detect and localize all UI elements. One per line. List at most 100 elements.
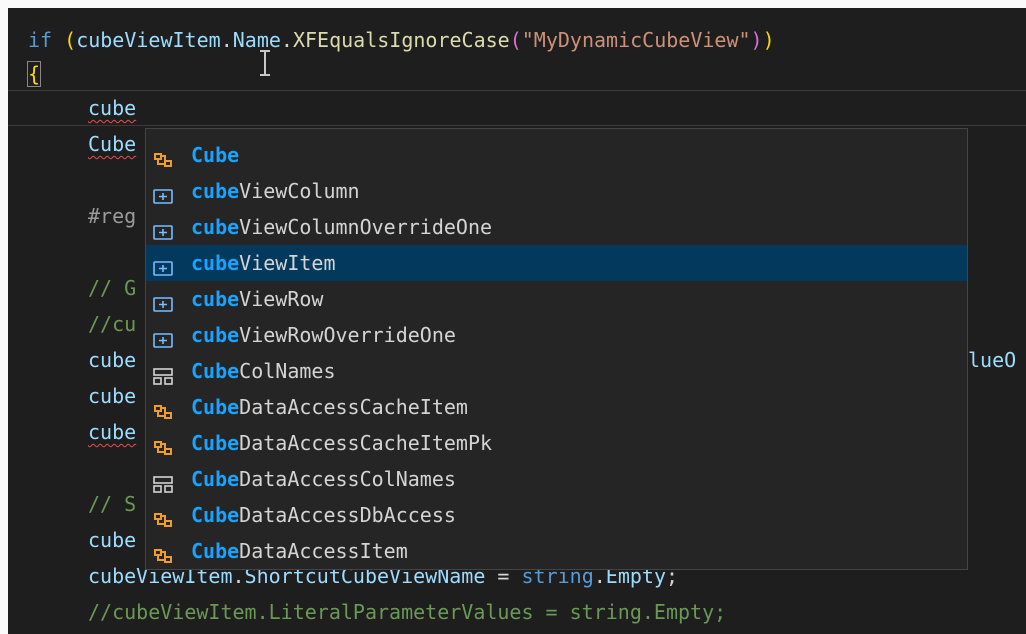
suggest-match-highlight: cube [191, 251, 240, 275]
suggest-item[interactable]: Cube [146, 137, 967, 173]
suggest-match-highlight: cube [191, 287, 240, 311]
suggest-match-highlight: Cube [191, 431, 240, 455]
code-line-comment[interactable]: //cubeViewItem.LiteralParameterValues = … [88, 594, 726, 630]
code-line[interactable]: // S [88, 486, 136, 522]
suggest-match-highlight: Cube [191, 143, 240, 167]
suggest-item[interactable]: CubeDataAccessCacheItemPk [146, 425, 967, 461]
intellisense-suggest-widget[interactable]: Cube cubeViewColumn cubeViewColumnOverride… [145, 128, 968, 570]
variable-icon [152, 181, 174, 204]
paren-close-inner: ) [750, 28, 763, 52]
code-line[interactable]: Cube [88, 126, 136, 162]
suggest-item[interactable]: cubeViewRowOverrideOne [146, 317, 967, 353]
structure-icon [152, 361, 174, 385]
suggest-match-highlight: Cube [191, 503, 240, 527]
code-line[interactable]: cube [88, 378, 136, 414]
variable-icon [152, 289, 174, 312]
paren-close: ) [762, 28, 775, 52]
dot: . [280, 28, 293, 52]
suggest-item-label: cubeViewColumn [191, 173, 360, 209]
class-icon [152, 541, 174, 563]
code-line[interactable]: cube [88, 414, 136, 450]
comment: //cu [88, 312, 137, 336]
suggest-item-rest: DataAccessCacheItem [239, 395, 468, 419]
code-line[interactable]: cube [88, 522, 136, 558]
suggest-item[interactable]: cubeViewColumn [146, 173, 967, 209]
suggest-item-rest: ColNames [239, 359, 336, 383]
code-fragment: cube [88, 420, 137, 444]
suggest-item-rest: DataAccessCacheItemPk [239, 431, 493, 455]
suggest-item-rest: ViewColumn [239, 179, 360, 203]
suggest-item-label: CubeDataAccessItem [191, 533, 408, 569]
class-icon [152, 145, 174, 167]
suggest-item-rest: ViewRow [239, 287, 324, 311]
class-icon [152, 433, 174, 455]
code-line-tail: lueO [968, 342, 1016, 378]
property-name: Name [232, 28, 281, 52]
code-line-typing[interactable]: cube [88, 90, 136, 126]
suggest-item-rest: DataAccessColNames [239, 467, 456, 491]
region-directive: #reg [88, 204, 137, 228]
suggest-item-rest: ViewItem [239, 251, 336, 275]
suggest-item-rest: ViewRowOverrideOne [239, 323, 456, 347]
code-fragment-tail: lueO [968, 348, 1017, 372]
code-line-brace[interactable]: { [26, 56, 42, 92]
structure-icon [152, 469, 174, 493]
suggest-item-label: Cube [191, 137, 239, 173]
comment: //cubeViewItem.LiteralParameterValues = … [88, 600, 727, 624]
suggest-item[interactable]: cubeViewItem [146, 245, 967, 281]
code-fragment: Cube [88, 132, 137, 156]
suggest-match-highlight: Cube [191, 395, 240, 419]
code-line[interactable]: //cu [88, 306, 136, 342]
class-icon [152, 505, 174, 527]
suggest-item-label: cubeViewRow [191, 281, 323, 317]
string-literal: "MyDynamicCubeView" [521, 28, 751, 52]
comment: // G [88, 276, 137, 300]
suggest-item[interactable]: CubeDataAccessItem [146, 533, 967, 569]
suggest-item[interactable]: CubeDataAccessDbAccess [146, 497, 967, 533]
suggest-item-label: CubeDataAccessDbAccess [191, 497, 456, 533]
suggest-item[interactable]: cubeViewRow [146, 281, 967, 317]
paren-open: ( [64, 28, 77, 52]
variable-icon [152, 217, 174, 240]
suggest-match-highlight: cube [191, 179, 240, 203]
suggest-match-highlight: cube [191, 215, 240, 239]
suggest-item[interactable]: CubeColNames [146, 353, 967, 389]
current-line-highlight [8, 90, 1026, 126]
suggest-item-rest: ViewColumnOverrideOne [239, 215, 493, 239]
suggest-item-label: CubeColNames [191, 353, 336, 389]
paren-open-inner: ( [509, 28, 522, 52]
identifier-cubeviewitem: cubeViewItem [76, 28, 221, 52]
typed-text-cube: cube [88, 96, 137, 120]
suggest-item-rest: DataAccessDbAccess [239, 503, 456, 527]
code-line[interactable]: cube [88, 342, 136, 378]
comment: // S [88, 492, 137, 516]
keyword-if: if [28, 28, 53, 52]
suggest-item[interactable]: CubeDataAccessColNames [146, 461, 967, 497]
code-line[interactable]: // G [88, 270, 136, 306]
method-xfequalsignorecase: XFEqualsIgnoreCase [292, 28, 510, 52]
suggest-item-label: CubeDataAccessCacheItem [191, 389, 468, 425]
code-editor[interactable]: if (cubeViewItem.Name.XFEqualsIgnoreCase… [8, 8, 1026, 634]
suggest-item-label: CubeDataAccessColNames [191, 461, 456, 497]
suggest-item[interactable]: CubeDataAccessCacheItem [146, 389, 967, 425]
suggest-item-label: cubeViewColumnOverrideOne [191, 209, 492, 245]
suggest-match-highlight: cube [191, 323, 240, 347]
code-line[interactable]: #reg [88, 198, 136, 234]
code-line-if[interactable]: if (cubeViewItem.Name.XFEqualsIgnoreCase… [28, 22, 775, 58]
suggest-item-label: CubeDataAccessCacheItemPk [191, 425, 492, 461]
suggest-item-rest: DataAccessItem [239, 539, 408, 563]
suggest-match-highlight: Cube [191, 467, 240, 491]
variable-icon [152, 325, 174, 348]
suggest-item-label: cubeViewRowOverrideOne [191, 317, 456, 353]
code-fragment: cube [88, 348, 137, 372]
suggest-item[interactable]: cubeViewColumnOverrideOne [146, 209, 967, 245]
suggest-item-label: cubeViewItem [191, 245, 336, 281]
code-fragment: cube [88, 528, 137, 552]
ibeam-cursor-icon [260, 50, 270, 76]
suggest-match-highlight: Cube [191, 359, 240, 383]
dot: . [220, 28, 233, 52]
suggest-match-highlight: Cube [191, 539, 240, 563]
code-fragment: cube [88, 384, 137, 408]
open-brace: { [26, 61, 42, 87]
variable-icon [152, 253, 174, 276]
